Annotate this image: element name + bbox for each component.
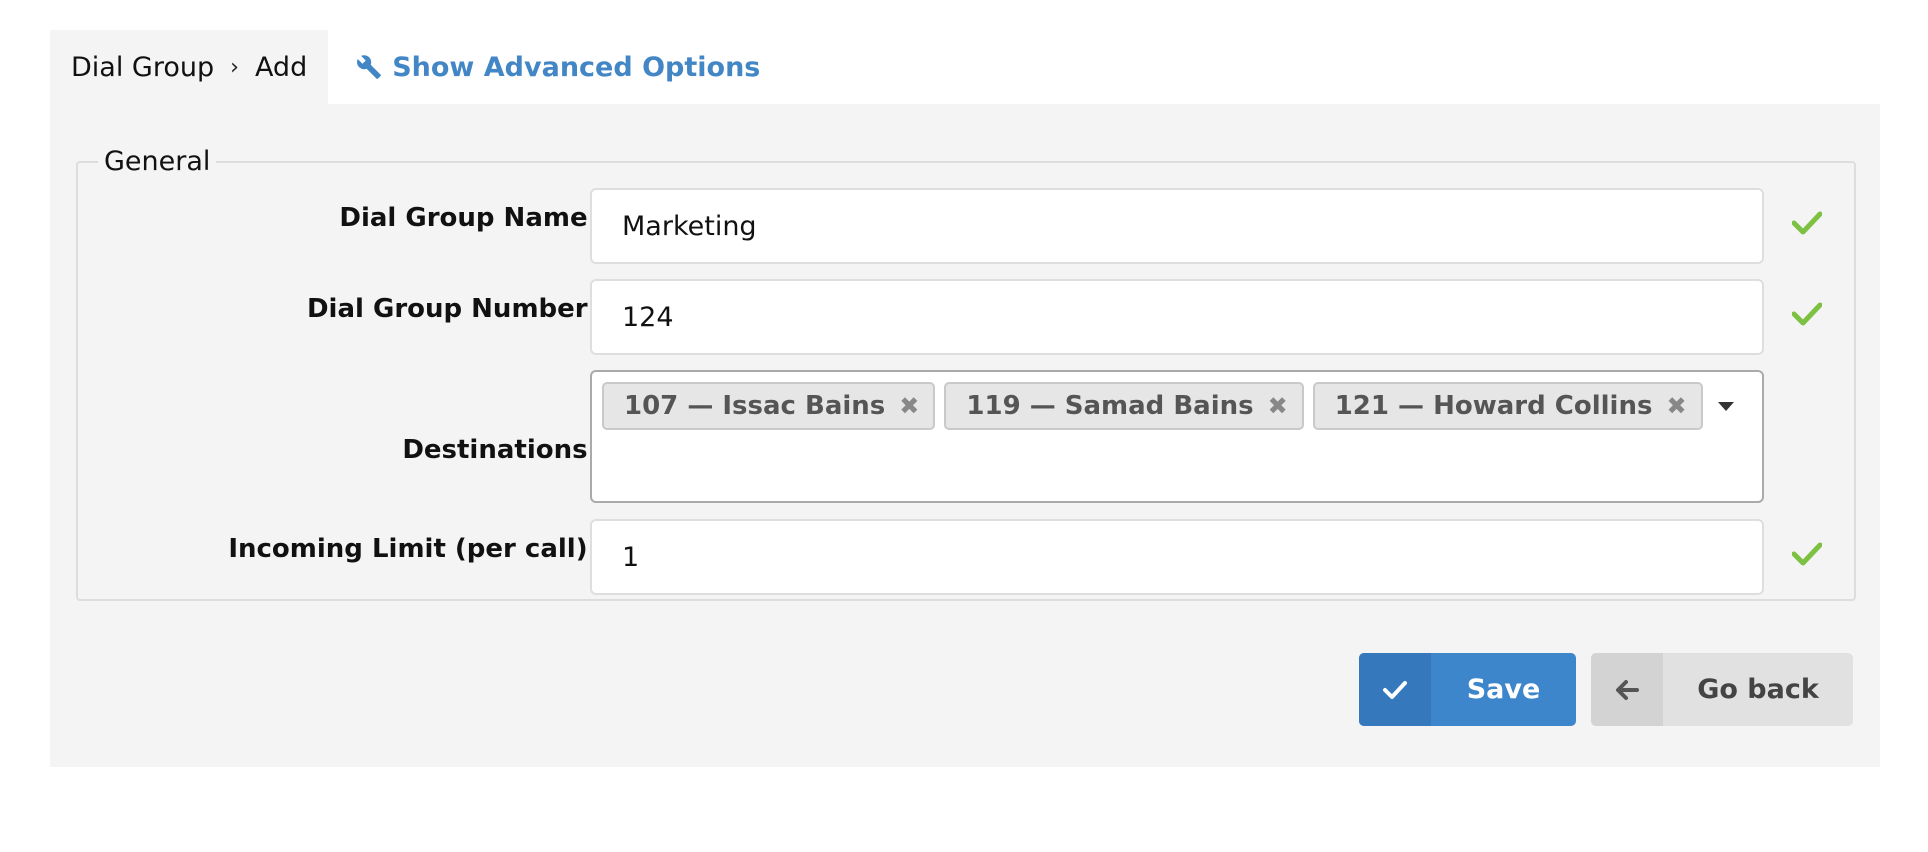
breadcrumb-section[interactable]: Dial Group bbox=[71, 52, 214, 83]
destination-tag: 107 — Issac Bains ✖ bbox=[602, 382, 936, 430]
breadcrumb: Dial Group › Add bbox=[50, 30, 329, 104]
destination-tag: 121 — Howard Collins ✖ bbox=[1312, 382, 1703, 430]
tag-label: 119 — Samad Bains bbox=[966, 391, 1254, 421]
fieldset-legend: General bbox=[104, 146, 211, 177]
tag-label: 107 — Issac Bains bbox=[624, 391, 886, 421]
dial-group-number-input[interactable]: 124 bbox=[590, 279, 1764, 355]
dial-group-number-label: Dial Group Number: bbox=[306, 294, 598, 324]
valid-check-icon bbox=[1792, 211, 1822, 235]
save-button[interactable]: Save bbox=[1359, 653, 1576, 726]
show-advanced-options-link[interactable]: Show Advanced Options bbox=[328, 30, 760, 104]
incoming-limit-input[interactable]: 1 bbox=[590, 519, 1764, 595]
remove-tag-icon[interactable]: ✖ bbox=[1268, 392, 1288, 420]
arrow-left-icon bbox=[1591, 653, 1663, 726]
check-icon bbox=[1359, 653, 1431, 726]
save-button-label: Save bbox=[1466, 674, 1541, 705]
destination-tag: 119 — Samad Bains ✖ bbox=[944, 382, 1304, 430]
caret-down-icon[interactable] bbox=[1718, 402, 1734, 411]
tab-bar: Dial Group › Add Show Advanced Options bbox=[50, 30, 760, 104]
selected-tags: 107 — Issac Bains ✖ 119 — Samad Bains ✖ … bbox=[602, 382, 1703, 430]
remove-tag-icon[interactable]: ✖ bbox=[899, 392, 919, 420]
go-back-button[interactable]: Go back bbox=[1591, 653, 1853, 726]
dial-group-name-label: Dial Group Name: bbox=[339, 203, 598, 233]
dial-group-name-input[interactable]: Marketing bbox=[590, 188, 1764, 264]
chevron-right-icon: › bbox=[230, 54, 239, 80]
incoming-limit-label: Incoming Limit (per call): bbox=[228, 534, 598, 564]
advanced-link-label: Show Advanced Options bbox=[392, 51, 761, 83]
destinations-select[interactable]: 107 — Issac Bains ✖ 119 — Samad Bains ✖ … bbox=[590, 370, 1764, 503]
destinations-label: Destinations: bbox=[402, 435, 598, 465]
remove-tag-icon[interactable]: ✖ bbox=[1666, 392, 1686, 420]
wrench-icon bbox=[357, 55, 382, 79]
form-panel: General Dial Group Name: Marketing Dial … bbox=[50, 104, 1880, 767]
valid-check-icon bbox=[1792, 302, 1822, 326]
tag-label: 121 — Howard Collins bbox=[1334, 391, 1653, 421]
valid-check-icon bbox=[1792, 542, 1822, 566]
go-back-button-label: Go back bbox=[1697, 674, 1819, 705]
breadcrumb-current: Add bbox=[254, 51, 308, 83]
